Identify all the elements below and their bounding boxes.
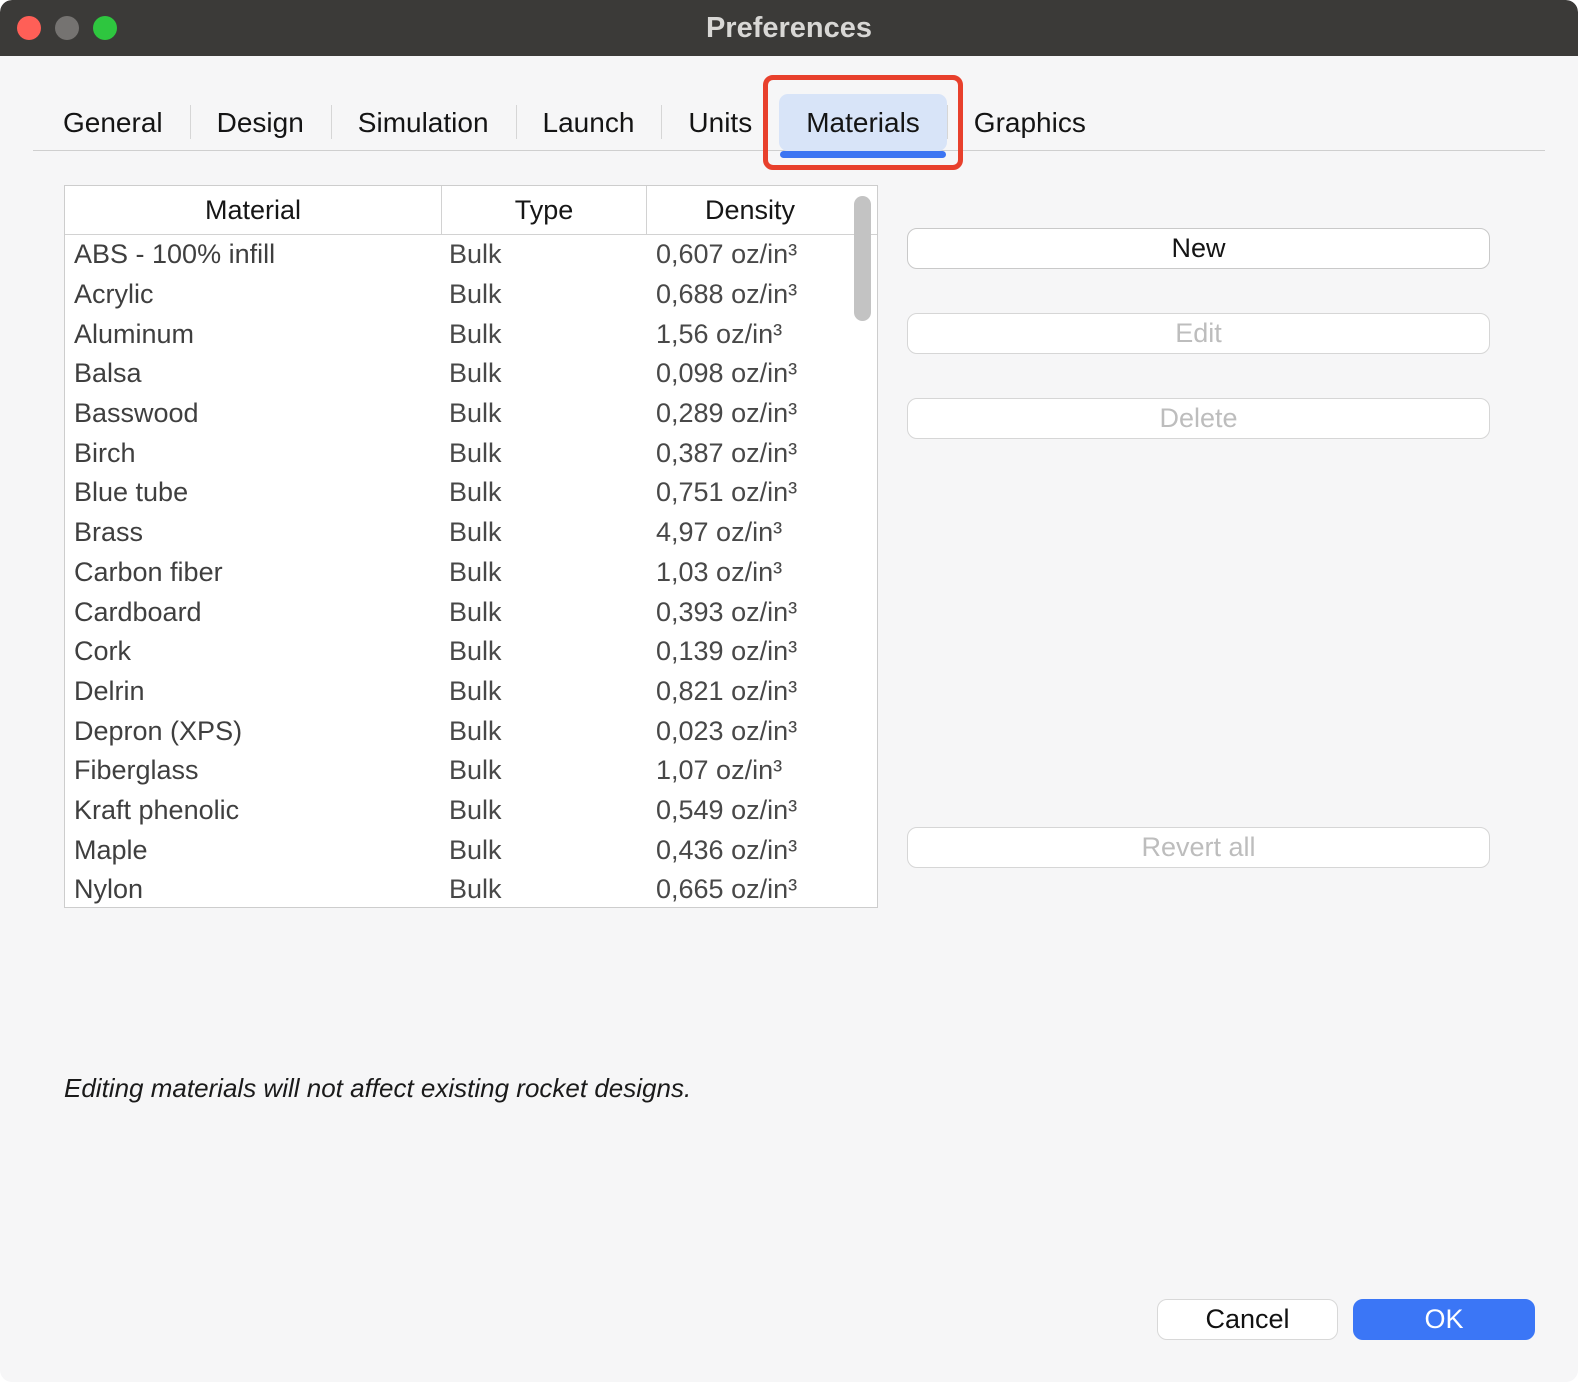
- table-body: ABS - 100% infillBulk0,607 oz/in³Acrylic…: [65, 235, 877, 908]
- cell-type: Bulk: [441, 716, 646, 747]
- cell-material: Cork: [65, 636, 441, 667]
- cell-material: Fiberglass: [65, 755, 441, 786]
- table-row[interactable]: AcrylicBulk0,688 oz/in³: [65, 275, 877, 315]
- table-row[interactable]: Blue tubeBulk0,751 oz/in³: [65, 473, 877, 513]
- cell-material: Birch: [65, 438, 441, 469]
- cell-material: Carbon fiber: [65, 557, 441, 588]
- cell-material: Basswood: [65, 398, 441, 429]
- cell-type: Bulk: [441, 398, 646, 429]
- cell-density: 0,387 oz/in³: [646, 438, 853, 469]
- table-row[interactable]: BasswoodBulk0,289 oz/in³: [65, 394, 877, 434]
- tab-units[interactable]: Units: [661, 94, 779, 151]
- titlebar: Preferences: [0, 0, 1578, 56]
- cell-type: Bulk: [441, 597, 646, 628]
- cell-density: 0,023 oz/in³: [646, 716, 853, 747]
- cell-material: Kraft phenolic: [65, 795, 441, 826]
- cell-type: Bulk: [441, 438, 646, 469]
- cell-material: Depron (XPS): [65, 716, 441, 747]
- table-row[interactable]: ABS - 100% infillBulk0,607 oz/in³: [65, 235, 877, 275]
- cell-density: 0,436 oz/in³: [646, 835, 853, 866]
- table-row[interactable]: CorkBulk0,139 oz/in³: [65, 632, 877, 672]
- new-button[interactable]: New: [907, 228, 1490, 269]
- cell-material: Aluminum: [65, 319, 441, 350]
- delete-button[interactable]: Delete: [907, 398, 1490, 439]
- column-header-density: Density: [646, 186, 853, 234]
- table-row[interactable]: BrassBulk4,97 oz/in³: [65, 513, 877, 553]
- table-row[interactable]: NylonBulk0,665 oz/in³: [65, 870, 877, 908]
- table-row[interactable]: BalsaBulk0,098 oz/in³: [65, 354, 877, 394]
- tab-simulation[interactable]: Simulation: [331, 94, 516, 151]
- cell-density: 0,549 oz/in³: [646, 795, 853, 826]
- materials-note: Editing materials will not affect existi…: [64, 1073, 691, 1104]
- cell-type: Bulk: [441, 835, 646, 866]
- cell-density: 0,139 oz/in³: [646, 636, 853, 667]
- cell-material: Brass: [65, 517, 441, 548]
- cell-material: Cardboard: [65, 597, 441, 628]
- cell-density: 0,607 oz/in³: [646, 239, 853, 270]
- tab-bar: GeneralDesignSimulationLaunchUnitsMateri…: [36, 94, 1113, 151]
- table-row[interactable]: Depron (XPS)Bulk0,023 oz/in³: [65, 711, 877, 751]
- materials-table: Material Type Density ABS - 100% infillB…: [64, 185, 878, 908]
- cell-type: Bulk: [441, 279, 646, 310]
- minimize-button[interactable]: [55, 16, 79, 40]
- table-row[interactable]: AluminumBulk1,56 oz/in³: [65, 314, 877, 354]
- cell-material: Balsa: [65, 358, 441, 389]
- cell-material: Nylon: [65, 874, 441, 905]
- cell-material: Maple: [65, 835, 441, 866]
- cancel-button[interactable]: Cancel: [1157, 1299, 1338, 1340]
- cell-density: 4,97 oz/in³: [646, 517, 853, 548]
- cell-type: Bulk: [441, 319, 646, 350]
- cell-type: Bulk: [441, 676, 646, 707]
- tab-design[interactable]: Design: [190, 94, 331, 151]
- cell-density: 0,393 oz/in³: [646, 597, 853, 628]
- cell-type: Bulk: [441, 477, 646, 508]
- close-button[interactable]: [17, 16, 41, 40]
- cell-density: 0,098 oz/in³: [646, 358, 853, 389]
- cell-density: 1,03 oz/in³: [646, 557, 853, 588]
- cell-material: Delrin: [65, 676, 441, 707]
- column-header-type: Type: [441, 186, 646, 234]
- table-row[interactable]: DelrinBulk0,821 oz/in³: [65, 672, 877, 712]
- cell-density: 0,751 oz/in³: [646, 477, 853, 508]
- edit-button[interactable]: Edit: [907, 313, 1490, 354]
- cell-type: Bulk: [441, 557, 646, 588]
- cell-density: 0,289 oz/in³: [646, 398, 853, 429]
- table-header: Material Type Density: [65, 186, 877, 235]
- cell-type: Bulk: [441, 358, 646, 389]
- zoom-button[interactable]: [93, 16, 117, 40]
- cell-type: Bulk: [441, 239, 646, 270]
- window-title: Preferences: [706, 12, 872, 45]
- table-row[interactable]: BirchBulk0,387 oz/in³: [65, 433, 877, 473]
- table-row[interactable]: FiberglassBulk1,07 oz/in³: [65, 751, 877, 791]
- cell-type: Bulk: [441, 874, 646, 905]
- cell-type: Bulk: [441, 517, 646, 548]
- cell-material: Acrylic: [65, 279, 441, 310]
- tab-launch[interactable]: Launch: [516, 94, 662, 151]
- cell-type: Bulk: [441, 636, 646, 667]
- tab-materials[interactable]: Materials: [779, 94, 947, 151]
- tab-general[interactable]: General: [36, 94, 190, 151]
- ok-button[interactable]: OK: [1353, 1299, 1535, 1340]
- table-row[interactable]: Kraft phenolicBulk0,549 oz/in³: [65, 791, 877, 831]
- cell-type: Bulk: [441, 795, 646, 826]
- cell-type: Bulk: [441, 755, 646, 786]
- cell-density: 0,665 oz/in³: [646, 874, 853, 905]
- cell-density: 0,688 oz/in³: [646, 279, 853, 310]
- preferences-window: Preferences GeneralDesignSimulationLaunc…: [0, 0, 1578, 1382]
- cell-material: ABS - 100% infill: [65, 239, 441, 270]
- table-scrollbar-thumb[interactable]: [854, 196, 871, 321]
- cell-material: Blue tube: [65, 477, 441, 508]
- revert-all-button[interactable]: Revert all: [907, 827, 1490, 868]
- traffic-lights: [17, 16, 117, 40]
- cell-density: 0,821 oz/in³: [646, 676, 853, 707]
- cell-density: 1,56 oz/in³: [646, 319, 853, 350]
- tab-graphics[interactable]: Graphics: [947, 94, 1113, 151]
- cell-density: 1,07 oz/in³: [646, 755, 853, 786]
- table-row[interactable]: CardboardBulk0,393 oz/in³: [65, 592, 877, 632]
- table-row[interactable]: Carbon fiberBulk1,03 oz/in³: [65, 553, 877, 593]
- column-header-material: Material: [65, 186, 441, 234]
- table-row[interactable]: MapleBulk0,436 oz/in³: [65, 830, 877, 870]
